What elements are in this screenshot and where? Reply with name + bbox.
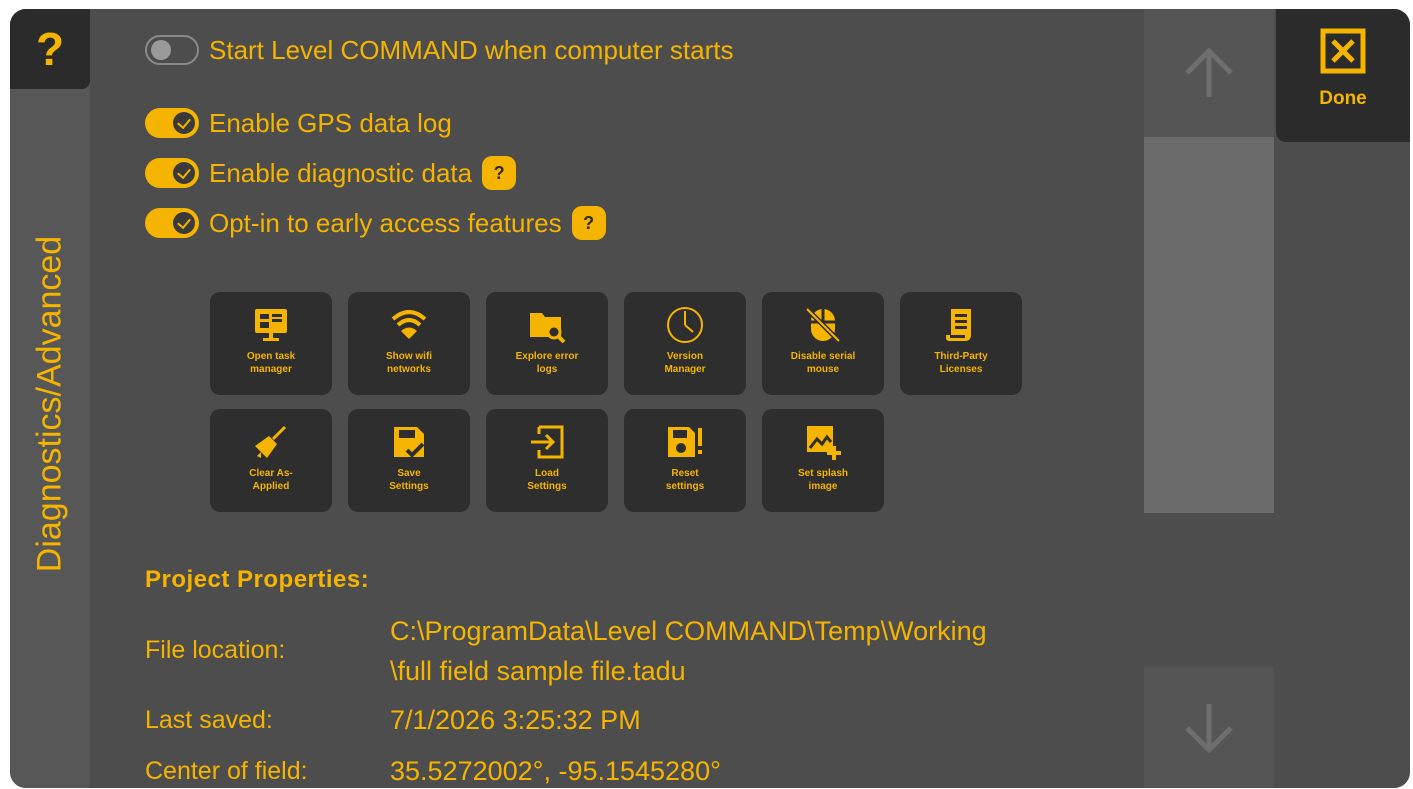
toggle-knob (173, 162, 195, 184)
tile-label: Clear As- Applied (249, 468, 293, 492)
page-title: Diagnostics/Advanced (30, 235, 69, 573)
tile-label: Disable serial mouse (790, 351, 856, 375)
early-access-help-button[interactable]: ? (571, 206, 606, 240)
version-manager-button[interactable]: Version Manager (624, 292, 746, 395)
clock-icon (667, 307, 703, 343)
arrow-down-icon (1185, 703, 1233, 754)
load-settings-button[interactable]: Load Settings (486, 409, 608, 512)
image-add-icon (807, 426, 841, 460)
set-splash-image-button[interactable]: Set splash image (762, 409, 884, 512)
scroll-down-button[interactable] (1144, 667, 1274, 788)
tile-label: Reset settings (665, 468, 705, 492)
save-settings-button[interactable]: Save Settings (348, 409, 470, 512)
left-rail: ? Diagnostics/Advanced (10, 9, 90, 788)
file-location-label: File location: (145, 636, 286, 664)
monitor-icon (255, 309, 287, 341)
tile-label: Version Manager (664, 351, 706, 375)
done-button[interactable]: Done (1276, 9, 1410, 142)
close-box-icon (1320, 28, 1366, 74)
toggle-knob (151, 40, 171, 60)
third-party-licenses-button[interactable]: Third-Party Licenses (900, 292, 1022, 395)
save-check-icon (394, 427, 425, 458)
reset-settings-button[interactable]: Reset settings (624, 409, 746, 512)
file-location-line1: C:\ProgramData\Level COMMAND\Temp\Workin… (390, 616, 987, 646)
gps-log-row: Enable GPS data log (145, 105, 452, 141)
center-of-field-label: Center of field: (145, 757, 308, 785)
tile-label: Open task manager (246, 351, 296, 375)
toggle-knob (173, 212, 195, 234)
show-wifi-networks-button[interactable]: Show wifi networks (348, 292, 470, 395)
main-content: Start Level COMMAND when computer starts… (90, 9, 1144, 788)
tile-label: Load Settings (527, 468, 567, 492)
tile-label: Save Settings (389, 468, 429, 492)
start-on-boot-toggle[interactable] (145, 35, 199, 65)
wifi-icon (391, 310, 427, 339)
clear-as-applied-button[interactable]: Clear As- Applied (210, 409, 332, 512)
save-alert-icon (668, 427, 702, 457)
diagnostic-data-label: Enable diagnostic data (209, 157, 473, 188)
diagnostic-data-row: Enable diagnostic data ? (145, 155, 517, 191)
folder-search-icon (530, 313, 566, 344)
settings-window: ? Diagnostics/Advanced Start Level COMMA… (10, 9, 1410, 788)
early-access-label: Opt-in to early access features (209, 207, 562, 238)
arrow-up-icon (1185, 47, 1233, 97)
open-task-manager-button[interactable]: Open task manager (210, 292, 332, 395)
early-access-row: Opt-in to early access features ? (145, 205, 606, 241)
gps-log-label: Enable GPS data log (209, 107, 452, 138)
last-saved-value: 7/1/2026 3:25:32 PM (390, 705, 641, 735)
early-access-toggle[interactable] (145, 208, 199, 238)
load-arrow-icon (531, 425, 564, 459)
explore-error-logs-button[interactable]: Explore error logs (486, 292, 608, 395)
document-icon (946, 309, 971, 341)
center-of-field-value: 35.5272002°, -95.1545280° (390, 756, 721, 786)
start-on-boot-row: Start Level COMMAND when computer starts (145, 32, 734, 68)
tile-label: Explore error logs (515, 351, 579, 375)
scroll-thumb[interactable] (1144, 137, 1274, 513)
scroll-up-button[interactable] (1144, 9, 1274, 137)
toggle-knob (173, 112, 195, 134)
tile-label: Third-Party Licenses (934, 351, 988, 375)
diagnostic-data-toggle[interactable] (145, 158, 199, 188)
start-on-boot-label: Start Level COMMAND when computer starts (209, 34, 734, 65)
done-label: Done (1319, 88, 1367, 109)
mouse-off-icon (805, 307, 841, 343)
diagnostic-help-button[interactable]: ? (482, 156, 517, 190)
help-button[interactable]: ? (10, 9, 90, 89)
last-saved-label: Last saved: (145, 706, 273, 734)
gps-log-toggle[interactable] (145, 108, 199, 138)
scrollbar (1144, 9, 1274, 788)
broom-icon (255, 425, 287, 458)
project-properties-heading: Project Properties: (145, 566, 370, 593)
tile-label: Set splash image (797, 468, 849, 492)
tile-label: Show wifi networks (385, 351, 433, 375)
file-location-line2: \full field sample file.tadu (390, 656, 686, 686)
disable-serial-mouse-button[interactable]: Disable serial mouse (762, 292, 884, 395)
